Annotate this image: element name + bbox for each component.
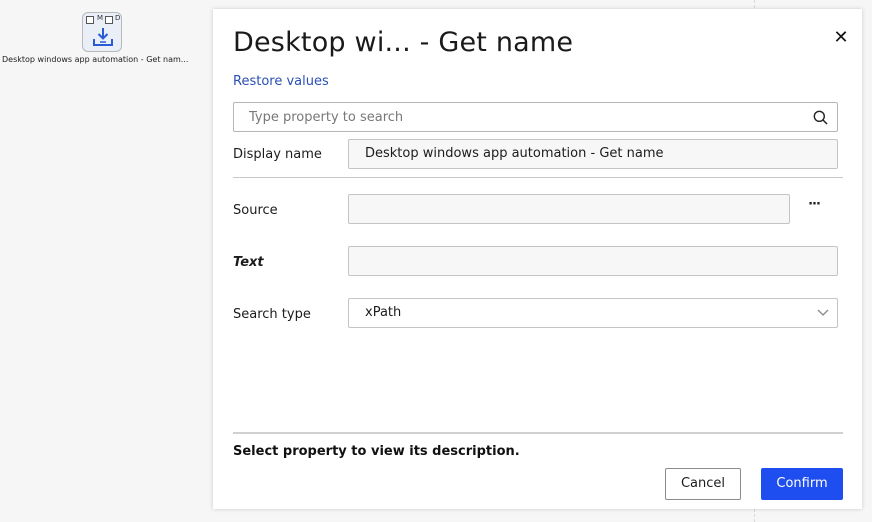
source-browse-button[interactable]: ··· (806, 198, 822, 218)
property-search-box (233, 102, 838, 132)
node-checkbox-left[interactable] (86, 16, 94, 24)
display-name-field[interactable]: Desktop windows app automation - Get nam… (348, 139, 838, 169)
cancel-button[interactable]: Cancel (665, 468, 741, 500)
dialog-title: Desktop wi... - Get name (233, 27, 574, 58)
source-field[interactable] (348, 194, 790, 224)
chevron-down-icon (817, 309, 829, 316)
node-label: Desktop windows app automation - Get nam… (2, 55, 189, 64)
node-letter-m: M (97, 14, 104, 22)
download-tray-icon (93, 28, 113, 46)
node-letter-d: D (115, 14, 121, 22)
display-name-label: Display name (233, 147, 322, 162)
search-type-value: xPath (365, 305, 402, 320)
close-button[interactable]: ✕ (832, 29, 850, 47)
source-label: Source (233, 203, 278, 218)
description-divider (233, 432, 843, 434)
search-type-select[interactable]: xPath (348, 298, 838, 328)
properties-dialog: Desktop wi... - Get name ✕ Restore value… (213, 9, 862, 509)
search-type-label: Search type (233, 307, 311, 322)
section-divider (233, 177, 843, 178)
confirm-button[interactable]: Confirm (761, 468, 843, 500)
restore-values-link[interactable]: Restore values (233, 74, 329, 89)
text-label: Text (233, 255, 264, 270)
property-description: Select property to view its description. (233, 444, 520, 459)
workflow-node[interactable]: M D (82, 12, 122, 52)
property-search-input[interactable] (234, 103, 819, 131)
node-checkbox-right[interactable] (105, 16, 113, 24)
text-field[interactable] (348, 246, 838, 276)
search-icon[interactable] (813, 110, 828, 125)
